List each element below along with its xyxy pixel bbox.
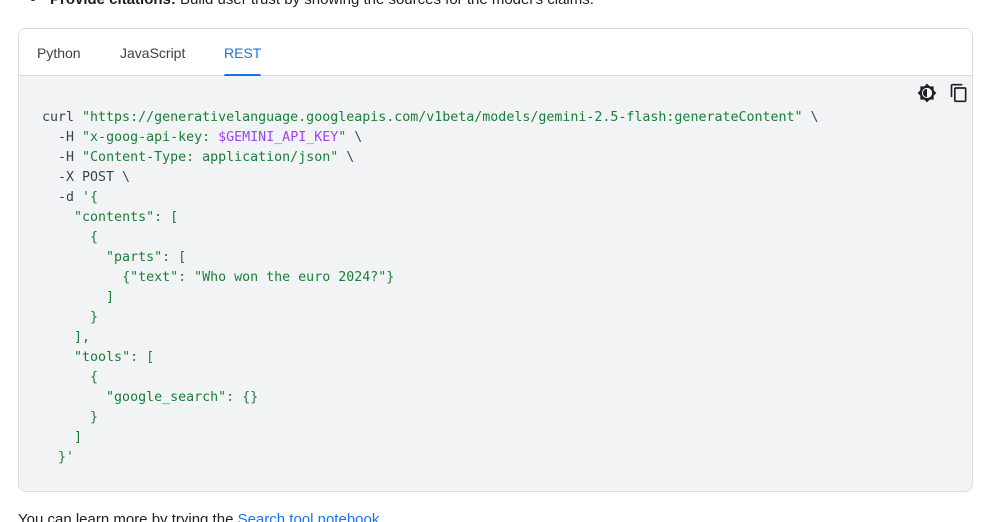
- tab-rest[interactable]: REST: [224, 29, 262, 77]
- code-string: "x-goog-api-key:: [82, 130, 219, 145]
- code-token: -X POST \: [58, 170, 131, 185]
- code-string: ],: [74, 330, 91, 345]
- code-line: }': [42, 448, 819, 468]
- code-token: \: [338, 150, 355, 165]
- bullet-bold-text: Provide citations:: [50, 0, 176, 8]
- code-line: -X POST \: [42, 168, 819, 188]
- learn-more-prefix: You can learn more by trying the: [18, 511, 238, 522]
- bullet-rest-text: Build user trust by showing the sources …: [176, 0, 594, 8]
- code-token: \: [346, 130, 363, 145]
- code-line: -d '{: [42, 188, 819, 208]
- code-string: ]: [106, 290, 115, 305]
- code-line: -H "x-goog-api-key: $GEMINI_API_KEY" \: [42, 128, 819, 148]
- bullet-dot: [30, 0, 36, 2]
- copy-code-button[interactable]: [948, 82, 970, 104]
- language-tab-bar: Python JavaScript REST: [19, 29, 972, 77]
- code-line: }: [42, 408, 819, 428]
- code-string: "contents": [: [74, 210, 179, 225]
- copy-icon: [950, 83, 967, 103]
- code-string: "https://generativelanguage.googleapis.c…: [82, 110, 803, 125]
- code-variable: $GEMINI_API_KEY: [218, 130, 339, 145]
- code-token: curl: [42, 110, 83, 125]
- search-tool-notebook-link[interactable]: Search tool notebook: [238, 511, 380, 522]
- tab-python[interactable]: Python: [37, 29, 81, 76]
- code-block: curl "https://generativelanguage.googlea…: [19, 76, 972, 491]
- code-string: {: [90, 230, 99, 245]
- code-line: {: [42, 228, 819, 248]
- theme-toggle-button[interactable]: [916, 82, 938, 104]
- code-string: "Content-Type: application/json": [82, 150, 339, 165]
- code-line: {"text": "Who won the euro 2024?"}: [42, 268, 819, 288]
- code-token: \: [802, 110, 819, 125]
- code-line: {: [42, 368, 819, 388]
- code-sample-card: Python JavaScript REST curl "https://gen…: [18, 28, 973, 492]
- code-string: '{: [82, 190, 99, 205]
- code-string: "parts": [: [106, 250, 187, 265]
- code-token: -d: [58, 190, 83, 205]
- code-string: "google_search": {}: [106, 390, 259, 405]
- tab-javascript[interactable]: JavaScript: [120, 29, 185, 76]
- code-token: -H: [58, 130, 83, 145]
- code-string: }: [90, 310, 99, 325]
- code-line: "google_search": {}: [42, 388, 819, 408]
- code-string: {: [90, 370, 99, 385]
- learn-more-paragraph: You can learn more by trying the Search …: [18, 510, 384, 522]
- code-line: ]: [42, 428, 819, 448]
- code-line: ],: [42, 328, 819, 348]
- code-string: "tools": [: [74, 350, 155, 365]
- code-line: }: [42, 308, 819, 328]
- code-line: curl "https://generativelanguage.googlea…: [42, 108, 819, 128]
- code-line: "tools": [: [42, 348, 819, 368]
- code-string: }: [90, 410, 99, 425]
- bullet-provide-citations: Provide citations: Build user trust by s…: [30, 0, 594, 10]
- brightness-icon: [917, 83, 937, 103]
- code-line: "contents": [: [42, 208, 819, 228]
- code-line: ]: [42, 288, 819, 308]
- learn-more-suffix: .: [379, 511, 384, 522]
- code-string: {"text": "Who won the euro 2024?"}: [122, 270, 395, 285]
- code-listing[interactable]: curl "https://generativelanguage.googlea…: [42, 108, 819, 468]
- code-line: "parts": [: [42, 248, 819, 268]
- code-string: }': [58, 450, 75, 465]
- code-token: -H: [58, 150, 83, 165]
- code-string: ]: [74, 430, 83, 445]
- code-line: -H "Content-Type: application/json" \: [42, 148, 819, 168]
